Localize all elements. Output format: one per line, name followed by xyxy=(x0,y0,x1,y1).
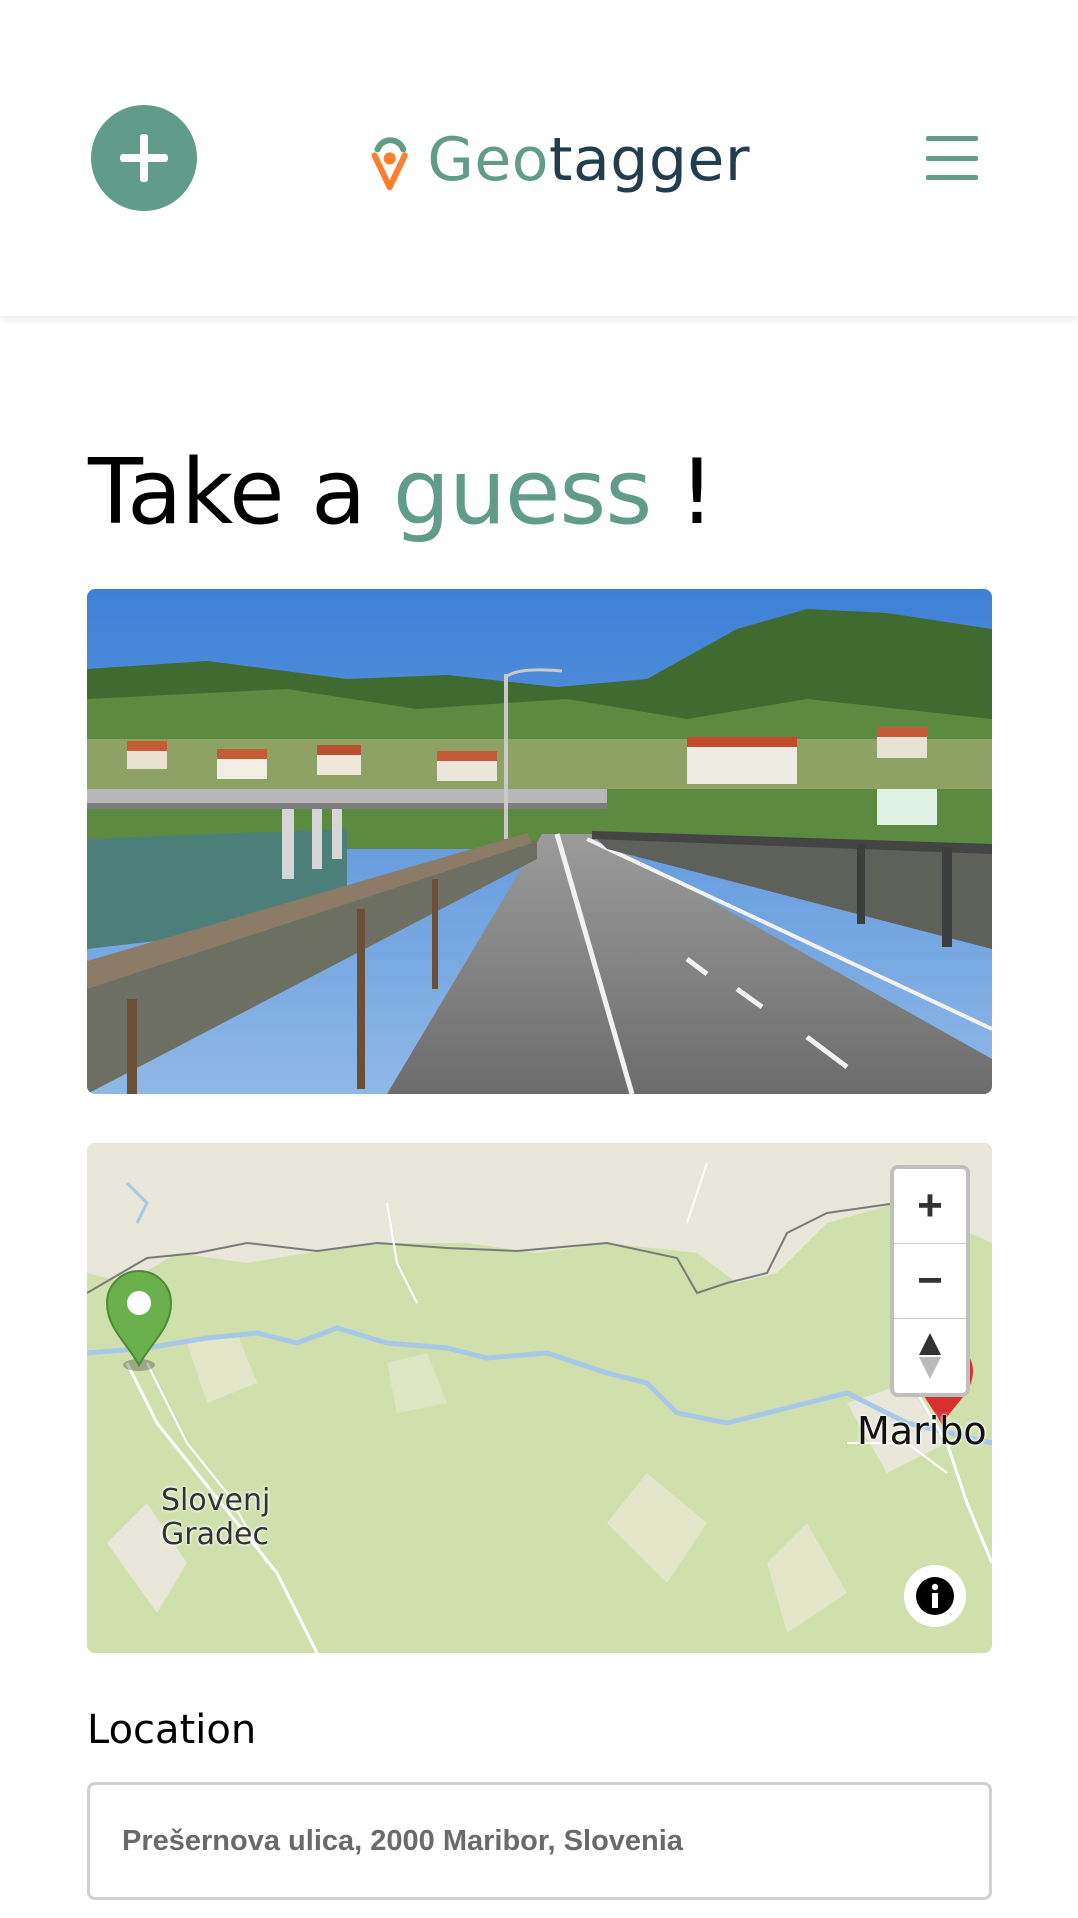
add-location-button[interactable] xyxy=(91,105,197,211)
logo-text: Geotagger xyxy=(427,125,750,195)
location-pin-logo-icon xyxy=(371,137,408,191)
info-icon xyxy=(916,1577,954,1615)
map-tiles xyxy=(87,1143,992,1653)
reset-bearing-button[interactable] xyxy=(894,1319,966,1393)
title-prefix: Take a xyxy=(88,440,366,545)
logo-text-geo: Geo xyxy=(427,125,549,195)
map-label-gradec: Gradec xyxy=(161,1517,269,1552)
map-info-button[interactable] xyxy=(904,1565,966,1627)
location-label: Location xyxy=(87,1707,257,1753)
map-label-slovenj: Slovenj xyxy=(161,1483,271,1518)
hamburger-icon-bar xyxy=(926,175,978,180)
app-header: Geotagger xyxy=(0,0,1078,316)
map-label-maribor: Maribo xyxy=(857,1409,987,1453)
zoom-in-button[interactable]: + xyxy=(894,1169,966,1244)
menu-button[interactable] xyxy=(922,136,982,180)
hamburger-icon-bar xyxy=(926,136,978,141)
geotagger-logo[interactable]: Geotagger xyxy=(370,110,750,210)
location-photo xyxy=(87,589,992,1094)
zoom-out-button[interactable]: − xyxy=(894,1244,966,1319)
hamburger-icon-bar xyxy=(926,155,978,161)
compass-icon xyxy=(919,1333,941,1379)
location-input[interactable] xyxy=(87,1782,992,1900)
logo-text-tagger: tagger xyxy=(548,125,750,195)
guess-map[interactable]: Slovenj Gradec Maribo + − xyxy=(87,1143,992,1653)
map-zoom-control: + − xyxy=(890,1165,970,1397)
plus-icon xyxy=(120,134,168,182)
title-accent: guess xyxy=(392,440,652,545)
bridge-photo-image xyxy=(87,589,992,1094)
page-title: Take a guess ! xyxy=(88,440,715,545)
title-suffix: ! xyxy=(678,440,715,545)
